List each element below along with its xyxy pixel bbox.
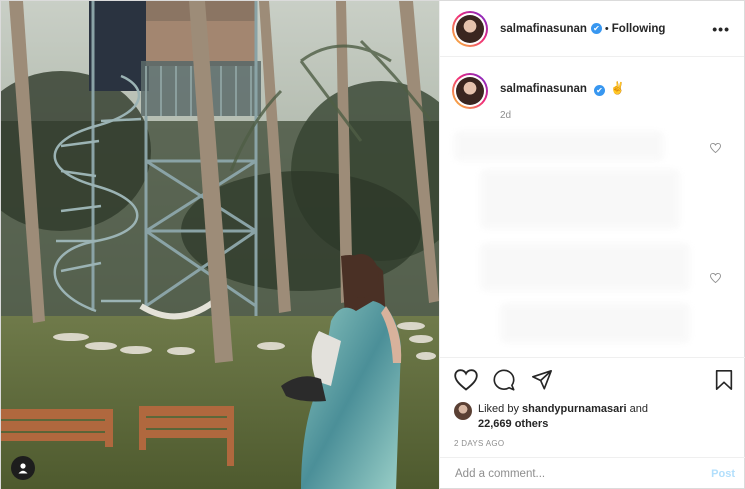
paper-plane-icon: [532, 370, 552, 390]
caption-username[interactable]: salmafinasunan: [500, 83, 587, 95]
comment-like-heart-icon[interactable]: [710, 272, 721, 286]
heart-outline-icon: [710, 142, 721, 154]
post-header: salmafinasunan ✔ • Following •••: [440, 1, 744, 57]
comment-icon[interactable]: [492, 369, 516, 391]
comments-list[interactable]: [440, 123, 745, 357]
save-bookmark-icon[interactable]: [713, 369, 735, 391]
person-icon: [18, 463, 28, 474]
speech-bubble-icon: [493, 369, 515, 391]
blurred-comment: [500, 303, 690, 343]
add-comment-section: Post: [440, 457, 745, 489]
liker-username[interactable]: shandypurnamasari: [522, 403, 627, 415]
likes-conjunction: and: [626, 403, 648, 415]
caption-time: 2d: [500, 110, 512, 121]
post-photo[interactable]: [1, 1, 439, 489]
comment-like-heart-icon[interactable]: [710, 142, 721, 156]
verified-badge-icon: ✔: [590, 23, 602, 34]
blurred-comment: [480, 243, 690, 291]
avatar-ring: [454, 75, 486, 107]
separator-dot: •: [604, 22, 609, 35]
tagged-user-icon[interactable]: [11, 456, 35, 480]
avatar-image: [456, 14, 484, 43]
more-options-icon[interactable]: •••: [712, 21, 730, 37]
heart-outline-icon: [710, 272, 721, 284]
heart-icon: [454, 369, 478, 391]
likes-summary: Liked by shandypurnamasari and 22,669 ot…: [454, 402, 735, 432]
post-details-panel: salmafinasunan ✔ • Following ••• salmafi…: [439, 1, 745, 489]
avatar-image: [456, 77, 484, 105]
blurred-comment: [454, 131, 664, 161]
liker-avatar[interactable]: [454, 402, 472, 420]
comment-input[interactable]: [455, 468, 712, 480]
share-icon[interactable]: [530, 369, 554, 391]
caption-avatar[interactable]: [452, 73, 488, 109]
blurred-comment: [480, 169, 680, 229]
photo-scene: [1, 1, 439, 489]
instagram-post: salmafinasunan ✔ • Following ••• salmafi…: [0, 0, 745, 489]
post-actions: Liked by shandypurnamasari and 22,669 ot…: [440, 357, 745, 448]
victory-hand-icon: ✌: [610, 81, 625, 95]
post-date[interactable]: 2 DAYS AGO: [454, 439, 735, 448]
author-username[interactable]: salmafinasunan: [500, 23, 587, 35]
likes-text: Liked by shandypurnamasari and 22,669 ot…: [478, 402, 648, 432]
likes-prefix: Liked by: [478, 403, 523, 415]
like-heart-icon[interactable]: [454, 369, 478, 391]
post-comment-button[interactable]: Post: [711, 468, 735, 480]
caption: salmafinasunan ✔ ✌ 2d: [440, 57, 744, 121]
bookmark-icon: [715, 370, 733, 390]
action-bar: [454, 368, 735, 392]
avatar-ring: [454, 12, 486, 45]
author-avatar[interactable]: [452, 10, 488, 47]
verified-badge-icon: ✔: [593, 85, 605, 96]
likes-others-count[interactable]: 22,669 others: [478, 418, 548, 430]
caption-meta: salmafinasunan ✔ ✌ 2d: [500, 73, 625, 121]
following-button[interactable]: Following: [612, 23, 666, 35]
